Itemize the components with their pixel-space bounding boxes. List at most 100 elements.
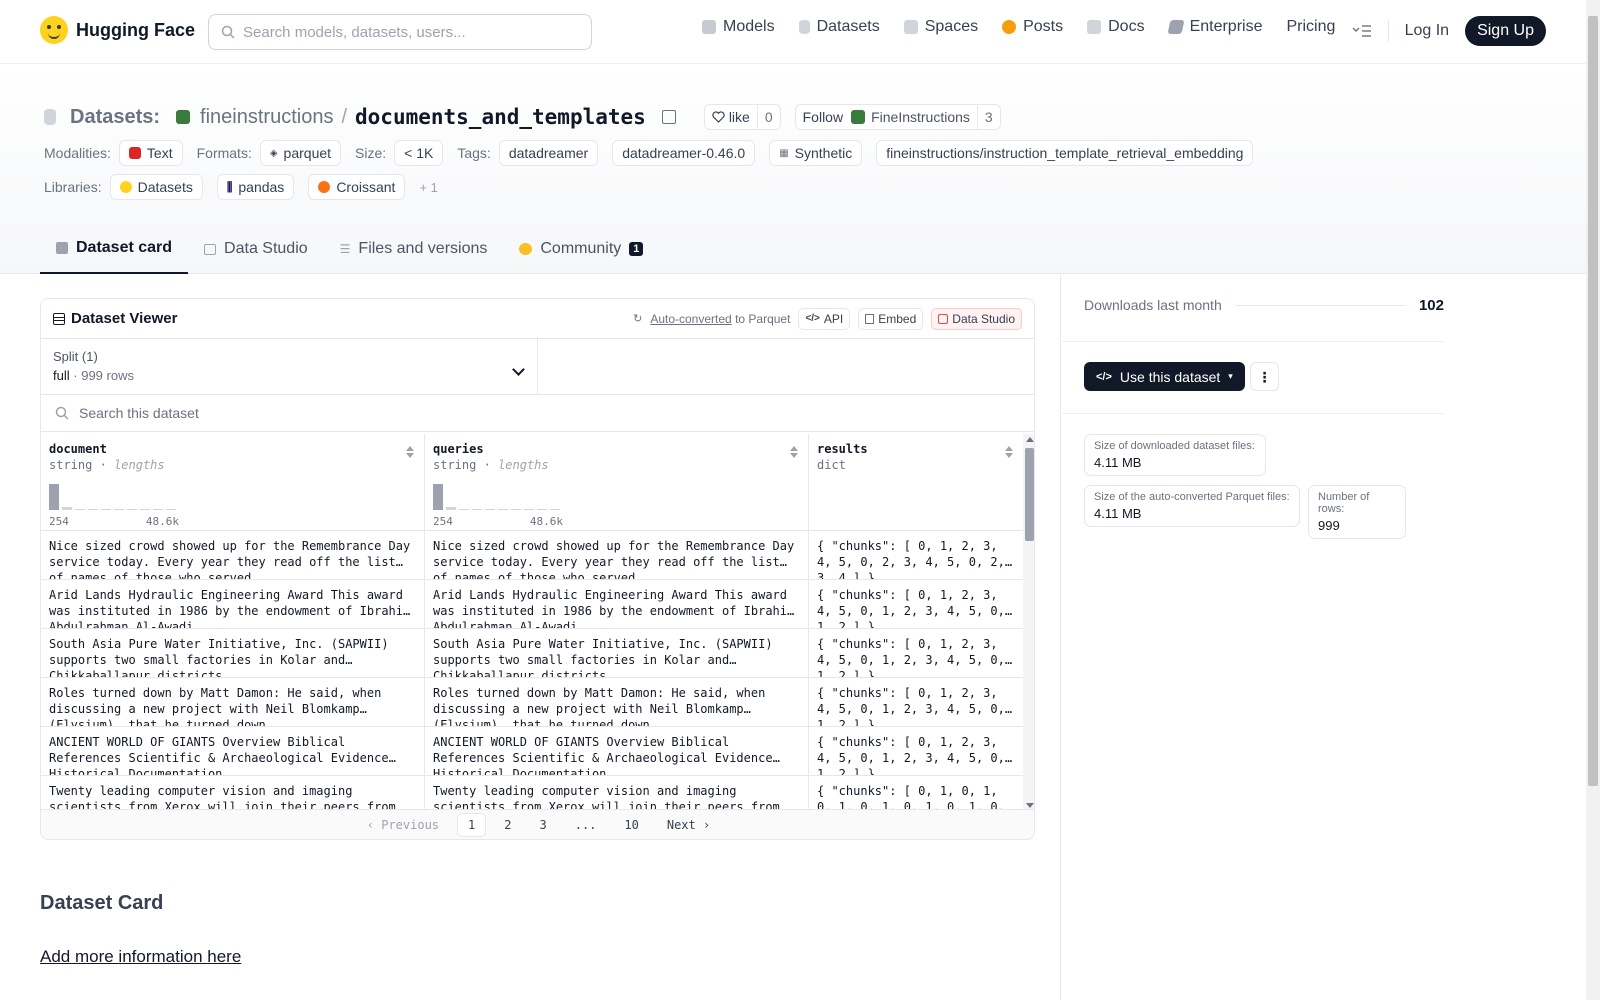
cell-results[interactable]: { "chunks": [ 0, 1, 2, 3, 4, 5, 0, 1, 2,…	[809, 629, 1023, 677]
cell-queries[interactable]: Roles turned down by Matt Damon: He said…	[425, 678, 809, 726]
nav-posts[interactable]: Posts	[1002, 18, 1063, 36]
breadcrumb-datasets[interactable]: Datasets:	[70, 106, 160, 129]
tag-synthetic[interactable]: ▦ Synthetic	[769, 140, 863, 166]
scroll-thumb[interactable]	[1025, 448, 1034, 541]
embed-button[interactable]: Embed	[858, 307, 924, 330]
use-dataset-button[interactable]: </> Use this dataset ▾	[1084, 362, 1245, 391]
table-row[interactable]: South Asia Pure Water Initiative, Inc. (…	[41, 629, 1023, 678]
cell-results[interactable]: { "chunks": [ 0, 1, 2, 3, 4, 5, 0, 1, 2,…	[809, 727, 1023, 775]
nav-docs[interactable]: Docs	[1087, 18, 1145, 36]
more-options-button[interactable]: ⋮	[1250, 362, 1279, 391]
page-10[interactable]: 10	[614, 814, 648, 836]
length-histogram	[49, 484, 176, 510]
libraries-row: Libraries: Datasets ⫼ pandas Croissant + …	[44, 174, 438, 200]
lib-datasets[interactable]: Datasets	[109, 174, 203, 200]
column-name: document	[49, 442, 107, 456]
breadcrumb-org[interactable]: fineinstructions	[200, 106, 333, 129]
table-row[interactable]: Nice sized crowd showed up for the Remem…	[41, 531, 1023, 580]
breadcrumb-separator: /	[341, 105, 348, 128]
table-scrollbar[interactable]	[1023, 434, 1034, 811]
table-row[interactable]: Arid Lands Hydraulic Engineering Award T…	[41, 580, 1023, 629]
cell-queries[interactable]: ANCIENT WORLD OF GIANTS Overview Biblica…	[425, 727, 809, 775]
cell-queries[interactable]: Nice sized crowd showed up for the Remem…	[425, 531, 809, 579]
global-search[interactable]	[208, 14, 592, 50]
page-scroll-thumb[interactable]	[1588, 16, 1598, 786]
tab-dataset-card[interactable]: Dataset card	[40, 224, 189, 274]
cell-results[interactable]: { "chunks": [ 0, 1, 2, 3, 4, 5, 0, 1, 2,…	[809, 678, 1023, 726]
nav-spaces[interactable]: Spaces	[903, 18, 978, 36]
sort-icon[interactable]	[406, 446, 414, 458]
scroll-up-icon[interactable]	[1026, 437, 1034, 442]
auto-converted-link[interactable]: Auto-converted	[650, 312, 731, 326]
more-menu-icon[interactable]	[1352, 24, 1372, 38]
tag-size[interactable]: < 1K	[394, 140, 444, 166]
histogram-bar	[140, 509, 150, 510]
nav-datasets[interactable]: Datasets	[798, 18, 880, 36]
tag-datadreamer-version[interactable]: datadreamer-0.46.0	[612, 140, 756, 166]
cell-document[interactable]: Roles turned down by Matt Damon: He said…	[41, 678, 425, 726]
column-document[interactable]: document string · lengths 254 48.6k	[41, 434, 425, 530]
column-queries[interactable]: queries string · lengths 254 48.6k	[425, 434, 809, 530]
cell-queries[interactable]: Arid Lands Hydraulic Engineering Award T…	[425, 580, 809, 628]
copy-icon[interactable]	[661, 110, 676, 124]
embed-icon	[865, 313, 875, 324]
cell-document[interactable]: South Asia Pure Water Initiative, Inc. (…	[41, 629, 425, 677]
login-link[interactable]: Log In	[1405, 22, 1449, 40]
page-scrollbar[interactable]	[1586, 0, 1600, 1000]
histogram-range: 254 48.6k	[49, 515, 179, 528]
tab-community[interactable]: Community 1	[503, 224, 659, 274]
search-icon	[55, 406, 69, 420]
table-row[interactable]: Twenty leading computer vision and imagi…	[41, 776, 1023, 811]
lib-pandas[interactable]: ⫼ pandas	[216, 174, 295, 200]
column-type: dict	[817, 458, 846, 472]
global-search-input[interactable]	[243, 23, 573, 41]
sort-icon[interactable]	[790, 446, 798, 458]
api-button[interactable]: </> API	[798, 307, 851, 330]
cell-results[interactable]: { "chunks": [ 0, 1, 2, 3, 4, 5, 0, 2, 3,…	[809, 531, 1023, 579]
like-button[interactable]: like 0	[703, 104, 781, 130]
cell-queries[interactable]: South Asia Pure Water Initiative, Inc. (…	[425, 629, 809, 677]
libraries-label: Libraries:	[44, 179, 102, 195]
page-2[interactable]: 2	[494, 814, 521, 836]
tag-format-parquet[interactable]: ◈ parquet	[259, 140, 342, 166]
page-3[interactable]: 3	[529, 814, 556, 836]
add-info-link[interactable]: Add more information here	[40, 947, 241, 967]
tab-community-label: Community	[540, 240, 622, 257]
table-row[interactable]: ANCIENT WORLD OF GIANTS Overview Biblica…	[41, 727, 1023, 776]
text-icon	[128, 147, 141, 159]
page-1[interactable]: 1	[457, 812, 487, 837]
nav-pricing[interactable]: Pricing	[1286, 18, 1335, 36]
cell-document[interactable]: Nice sized crowd showed up for the Remem…	[41, 531, 425, 579]
lib-croissant[interactable]: Croissant	[308, 174, 406, 200]
sort-icon[interactable]	[1005, 446, 1013, 458]
prev-page-button[interactable]: ‹ Previous	[357, 814, 449, 836]
cell-document[interactable]: Twenty leading computer vision and imagi…	[41, 776, 425, 811]
tab-files-versions[interactable]: ☰ Files and versions	[324, 224, 504, 274]
cell-results[interactable]: { "chunks": [ 0, 1, 2, 3, 4, 5, 0, 1, 2,…	[809, 580, 1023, 628]
tag-modality-text[interactable]: Text	[118, 140, 183, 166]
tag-embedding-model[interactable]: fineinstructions/instruction_template_re…	[876, 140, 1254, 166]
repo-name[interactable]: documents_and_templates	[355, 105, 646, 129]
libraries-more[interactable]: + 1	[419, 180, 437, 195]
signup-button[interactable]: Sign Up	[1465, 16, 1546, 46]
cell-document[interactable]: ANCIENT WORLD OF GIANTS Overview Biblica…	[41, 727, 425, 775]
tag-synthetic-label: Synthetic	[794, 145, 853, 161]
cell-queries[interactable]: Twenty leading computer vision and imagi…	[425, 776, 809, 811]
brand-logo[interactable]: Hugging Face	[40, 16, 195, 44]
nav-enterprise[interactable]: Enterprise	[1167, 18, 1262, 36]
next-page-button[interactable]: Next ›	[657, 814, 720, 836]
cell-document[interactable]: Arid Lands Hydraulic Engineering Award T…	[41, 580, 425, 628]
dataset-search[interactable]	[41, 395, 1034, 432]
repo-title-row: Datasets: fineinstructions / documents_a…	[44, 104, 1001, 130]
tab-data-studio[interactable]: Data Studio	[188, 224, 324, 274]
scroll-down-icon[interactable]	[1026, 803, 1034, 808]
nav-models[interactable]: Models	[702, 18, 775, 36]
data-studio-button[interactable]: Data Studio	[931, 307, 1022, 330]
table-row[interactable]: Roles turned down by Matt Damon: He said…	[41, 678, 1023, 727]
cell-results[interactable]: { "chunks": [ 0, 1, 0, 1, 0, 1, 0, 1, 0,…	[809, 776, 1023, 811]
follow-button[interactable]: Follow FineInstructions 3	[794, 104, 1001, 130]
split-select[interactable]: Split (1) full · 999 rows	[41, 339, 538, 394]
dataset-search-input[interactable]	[79, 405, 479, 421]
tag-datadreamer[interactable]: datadreamer	[498, 140, 599, 166]
column-results[interactable]: results dict	[809, 434, 1023, 530]
